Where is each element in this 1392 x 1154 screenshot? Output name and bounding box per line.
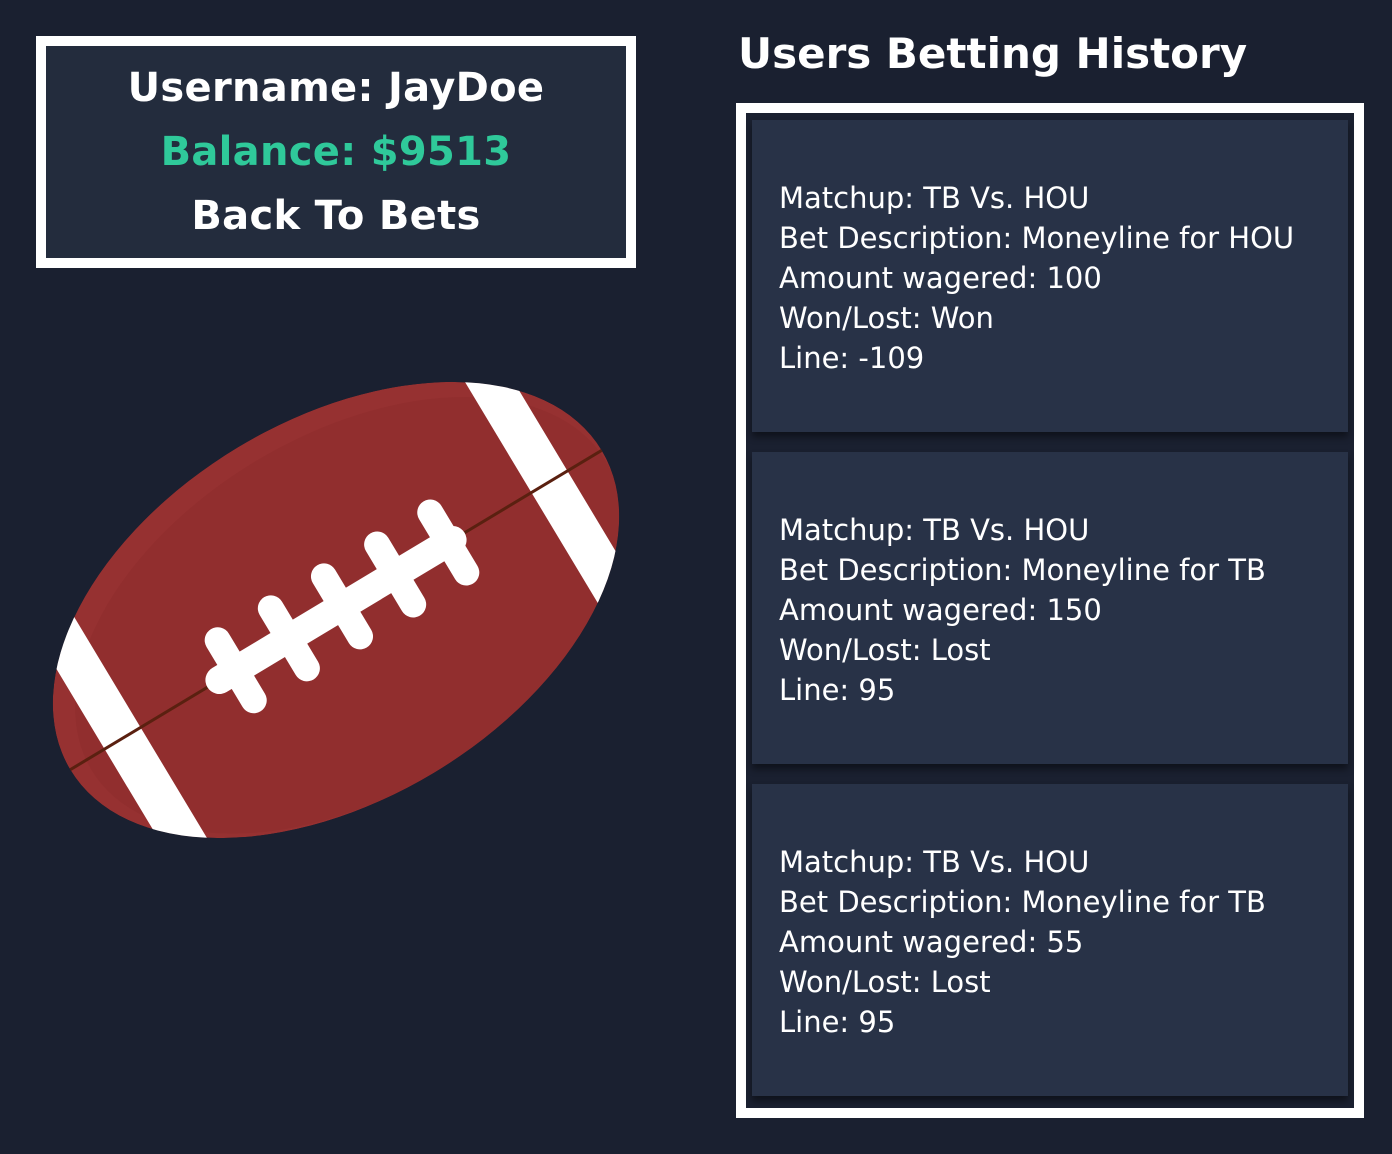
bet-amount: Amount wagered: 150 bbox=[779, 593, 1102, 627]
back-to-bets-link[interactable]: Back To Bets bbox=[191, 187, 480, 245]
bet-result: Won/Lost: Lost bbox=[779, 965, 991, 999]
football-icon bbox=[0, 287, 692, 933]
user-info-panel: Username: JayDoe Balance: $9513 Back To … bbox=[36, 36, 636, 268]
bet-description: Bet Description: Moneyline for HOU bbox=[779, 221, 1295, 255]
bet-card: Matchup: TB Vs. HOU Bet Description: Mon… bbox=[752, 784, 1348, 1096]
bet-line: Line: 95 bbox=[779, 1005, 896, 1039]
bet-description: Bet Description: Moneyline for TB bbox=[779, 885, 1266, 919]
bet-amount: Amount wagered: 100 bbox=[779, 261, 1102, 295]
betting-history-title: Users Betting History bbox=[738, 29, 1248, 78]
bet-description: Bet Description: Moneyline for TB bbox=[779, 553, 1266, 587]
bet-card: Matchup: TB Vs. HOU Bet Description: Mon… bbox=[752, 452, 1348, 764]
username-label: Username: JayDoe bbox=[127, 65, 545, 111]
bet-matchup: Matchup: TB Vs. HOU bbox=[779, 845, 1090, 879]
bet-result: Won/Lost: Won bbox=[779, 301, 994, 335]
bet-line: Line: 95 bbox=[779, 673, 896, 707]
bet-amount: Amount wagered: 55 bbox=[779, 925, 1084, 959]
bet-card: Matchup: TB Vs. HOU Bet Description: Mon… bbox=[752, 120, 1348, 432]
bet-matchup: Matchup: TB Vs. HOU bbox=[779, 513, 1090, 547]
bet-result: Won/Lost: Lost bbox=[779, 633, 991, 667]
bet-line: Line: -109 bbox=[779, 341, 925, 375]
bet-matchup: Matchup: TB Vs. HOU bbox=[779, 181, 1090, 215]
betting-history-list: Matchup: TB Vs. HOU Bet Description: Mon… bbox=[736, 103, 1364, 1118]
balance-label: Balance: $9513 bbox=[160, 129, 512, 175]
